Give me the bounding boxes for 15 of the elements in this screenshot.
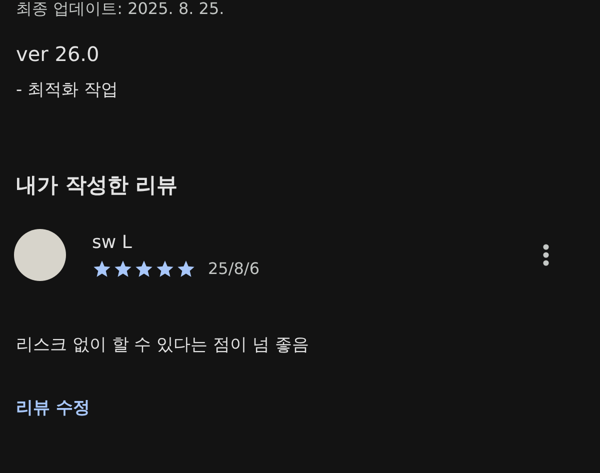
avatar — [14, 229, 66, 281]
section-heading: 내가 작성한 리뷰 — [16, 172, 179, 199]
more-options-icon[interactable] — [542, 243, 550, 267]
star-icon — [134, 258, 154, 278]
star-icon — [92, 258, 112, 278]
last-updated-text: 최종 업데이트: 2025. 8. 25. — [16, 0, 226, 18]
star-icon — [176, 258, 196, 278]
edit-review-link[interactable]: 리뷰 수정 — [16, 396, 90, 419]
review-text: 리스크 없이 할 수 있다는 점이 넘 좋음 — [16, 334, 310, 356]
review-date: 25/8/6 — [208, 259, 260, 278]
release-notes: - 최적화 작업 — [16, 79, 119, 101]
star-icon — [155, 258, 175, 278]
star-icon — [113, 258, 133, 278]
reviewer-name: sw L — [92, 232, 133, 252]
version-title: ver 26.0 — [16, 42, 100, 66]
